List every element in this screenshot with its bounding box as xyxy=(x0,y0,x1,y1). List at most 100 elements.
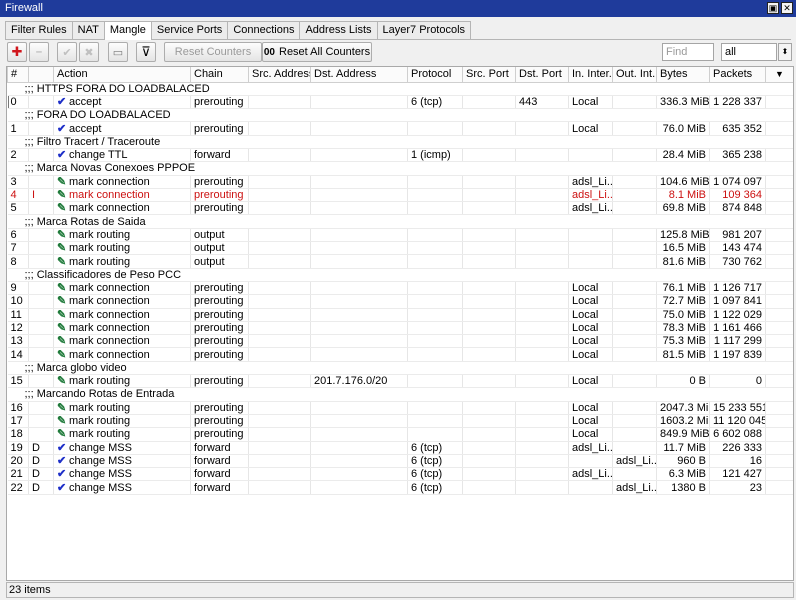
col-src-port[interactable]: Src. Port xyxy=(462,67,516,83)
table-row[interactable]: 12 ✎ mark connection prerouting Local 78.3 Mi… xyxy=(7,321,793,336)
comment-icon[interactable]: ▭ xyxy=(108,42,128,62)
cell-num: 0 xyxy=(7,95,29,110)
action-label: mark routing xyxy=(69,428,131,441)
cell-in: Local xyxy=(568,281,613,296)
cell-chain: forward xyxy=(190,480,249,495)
table-row[interactable]: 10 ✎ mark connection prerouting Local 72.7 Mi… xyxy=(7,294,793,309)
cell-packets: 0 xyxy=(709,374,766,389)
cell-src xyxy=(248,374,311,389)
cell-dport xyxy=(515,454,569,469)
table-row[interactable]: 7 ✎ mark routing output 16.5 MiB 143 474 xyxy=(7,241,793,256)
enable-icon[interactable]: ✔ xyxy=(57,42,77,62)
table-row[interactable]: 13 ✎ mark connection prerouting Local 75.3 Mi… xyxy=(7,334,793,349)
cell-in: Local xyxy=(568,334,613,349)
table-row[interactable]: 16✎mark routingpreroutingLocal2047.3 MiB… xyxy=(7,401,793,415)
cell-dst xyxy=(310,241,408,256)
table-row[interactable]: 14 ✎ mark connection prerouting Local 81.5 Mi… xyxy=(7,347,793,362)
col-packets[interactable]: Packets xyxy=(709,67,766,83)
filter-icon[interactable]: ⊽ xyxy=(136,42,156,62)
cell-num: 15 xyxy=(7,374,29,389)
table-row[interactable]: 11 ✎ mark connection prerouting Local 75.0 Mi… xyxy=(7,308,793,322)
tab-connections[interactable]: Connections xyxy=(227,21,301,39)
cell-out xyxy=(612,467,657,482)
table-row[interactable]: 1 ✔ accept prerouting Local 76.0 MiB 635 352 xyxy=(7,121,793,136)
accept-icon: ✔ xyxy=(57,95,67,108)
table-row[interactable]: 8 ✎ mark routing output 81.6 MiB 730 762 xyxy=(7,254,793,269)
tab-filter-rules[interactable]: Filter Rules xyxy=(5,21,73,39)
table-row[interactable]: 5 ✎ mark connection prerouting adsl_Li... 69.… xyxy=(7,201,793,216)
comment-row[interactable]: ;;; FORA DO LOADBALACED xyxy=(7,108,793,123)
cell-sport xyxy=(462,308,516,322)
comment-row[interactable]: ;;; Marca globo video xyxy=(7,361,793,376)
scope-dropdown-icon[interactable]: ⬍ xyxy=(778,43,792,61)
table-row[interactable]: 18 ✎ mark routing prerouting Local 849.9 MiB 6… xyxy=(7,427,793,442)
table-row[interactable]: 3 ✎ mark connection prerouting adsl_Li... 104… xyxy=(7,175,793,189)
table-row[interactable]: 15 ✎ mark routing prerouting 201.7.176.0/20 L… xyxy=(7,374,793,389)
cell-action: ✎ mark connection xyxy=(53,308,191,322)
action-label: change MSS xyxy=(69,441,132,454)
cell-sport xyxy=(462,401,516,415)
table-row[interactable]: 4 I ✎ mark connection prerouting adsl_Li... 8.… xyxy=(7,188,793,203)
tab-address-lists[interactable]: Address Lists xyxy=(299,21,378,39)
tab-layer7-protocols[interactable]: Layer7 Protocols xyxy=(376,21,472,39)
cell-out xyxy=(612,148,657,163)
cell-num: 8 xyxy=(7,254,29,269)
cell-in: Local xyxy=(568,427,613,442)
comment-row[interactable]: ;;; HTTPS FORA DO LOADBALACED xyxy=(7,82,793,96)
col-protocol[interactable]: Protocol xyxy=(407,67,463,83)
action-label: mark routing xyxy=(69,401,131,414)
find-input[interactable]: Find xyxy=(662,43,714,61)
toolbar: ✚ ━ ✔ ✖ ▭ ⊽ Reset Counters 00 Reset All … xyxy=(7,42,793,64)
reset-counters-button[interactable]: Reset Counters xyxy=(164,42,262,62)
cell-in: adsl_Li... xyxy=(568,467,613,482)
remove-icon[interactable]: ━ xyxy=(29,42,49,62)
comment-row[interactable]: ;;; Marca Rotas de Saida xyxy=(7,214,793,229)
column-menu-icon[interactable]: ▼ xyxy=(765,67,793,83)
cell-bytes: 11.7 MiB xyxy=(656,441,710,455)
scope-select[interactable]: all xyxy=(721,43,777,61)
table-row[interactable]: 17✎mark routingpreroutingLocal1603.2 MiB… xyxy=(7,414,793,429)
comment-row[interactable]: ;;; Filtro Tracert / Traceroute xyxy=(7,135,793,149)
tab-service-ports[interactable]: Service Ports xyxy=(150,21,229,39)
table-row[interactable]: 9 ✎ mark connection prerouting Local 76.1 MiB… xyxy=(7,281,793,296)
cell-spacer xyxy=(765,427,793,442)
close-icon[interactable]: ✕ xyxy=(781,2,793,14)
col-flags[interactable] xyxy=(28,67,54,83)
cell-packets: 226 333 xyxy=(709,441,766,455)
col-num[interactable]: # xyxy=(7,67,29,83)
col-action[interactable]: Action xyxy=(53,67,191,83)
cell-out xyxy=(612,414,657,429)
cell-num: 2 xyxy=(7,148,29,163)
col-in-interface[interactable]: In. Inter... xyxy=(568,67,613,83)
cell-dport xyxy=(515,188,569,203)
disable-icon[interactable]: ✖ xyxy=(79,42,99,62)
table-row[interactable]: 20 D ✔ change MSS forward 6 (tcp) adsl_Li... 96… xyxy=(7,454,793,469)
cell-out xyxy=(612,347,657,362)
table-row[interactable]: 6 ✎ mark routing output 125.8 MiB 981 207 xyxy=(7,228,793,243)
table-row[interactable]: 21 D ✔ change MSS forward 6 (tcp) adsl_Li... 6.… xyxy=(7,467,793,482)
col-src-address[interactable]: Src. Address xyxy=(248,67,311,83)
cell-flags xyxy=(28,347,54,362)
add-icon[interactable]: ✚ xyxy=(7,42,27,62)
comment-row[interactable]: ;;; Classificadores de Peso PCC xyxy=(7,268,793,282)
cell-src xyxy=(248,427,311,442)
col-dst-port[interactable]: Dst. Port xyxy=(515,67,569,83)
col-out-interface[interactable]: Out. Int... xyxy=(612,67,657,83)
cell-bytes: 8.1 MiB xyxy=(656,188,710,203)
comment-row[interactable]: ;;; Marcando Rotas de Entrada xyxy=(7,387,793,402)
tab-nat[interactable]: NAT xyxy=(71,21,105,39)
table-row[interactable]: 2 ✔ change TTL forward 1 (icmp) 28.4 MiB 365 2… xyxy=(7,148,793,163)
table-row[interactable]: 22 D ✔ change MSS forward 6 (tcp) adsl_Li... 13… xyxy=(7,480,793,495)
col-dst-address[interactable]: Dst. Address xyxy=(310,67,408,83)
cell-out xyxy=(612,401,657,415)
tab-mangle[interactable]: Mangle xyxy=(103,21,152,40)
table-row[interactable]: 0 ✔ accept prerouting 6 (tcp) 443 Local 336.3 M… xyxy=(7,95,793,110)
cell-spacer xyxy=(765,347,793,362)
col-bytes[interactable]: Bytes xyxy=(656,67,710,83)
col-chain[interactable]: Chain xyxy=(190,67,249,83)
action-label: mark connection xyxy=(69,175,150,188)
table-row[interactable]: 19 D ✔ change MSS forward 6 (tcp) adsl_Li... 11… xyxy=(7,441,793,455)
restore-icon[interactable]: ▣ xyxy=(767,2,779,14)
comment-row[interactable]: ;;; Marca Novas Conexoes PPPOE xyxy=(7,161,793,176)
reset-all-counters-button[interactable]: 00 Reset All Counters xyxy=(262,42,372,62)
